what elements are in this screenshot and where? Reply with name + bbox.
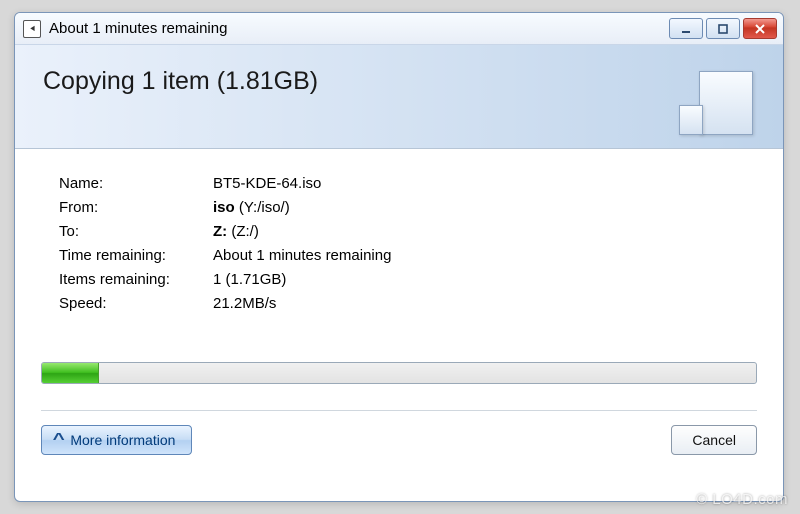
minimize-icon — [680, 23, 692, 35]
to-label: To: — [59, 223, 213, 240]
time-label: Time remaining: — [59, 247, 213, 264]
maximize-button[interactable] — [706, 18, 740, 39]
window-controls — [669, 18, 777, 39]
details-grid: Name: BT5-KDE-64.iso From: iso (Y:/iso/)… — [59, 175, 739, 312]
from-bold: iso — [213, 199, 235, 216]
header-band: Copying 1 item (1.81GB) — [15, 45, 783, 149]
close-button[interactable] — [743, 18, 777, 39]
maximize-icon — [717, 23, 729, 35]
to-bold: Z: — [213, 223, 227, 240]
operation-title: Copying 1 item (1.81GB) — [43, 67, 755, 96]
items-label: Items remaining: — [59, 271, 213, 288]
app-icon — [23, 20, 41, 38]
copy-dialog: About 1 minutes remaining Copying 1 item… — [14, 12, 784, 502]
from-suffix: (Y:/iso/) — [235, 199, 290, 216]
from-label: From: — [59, 199, 213, 216]
footer: ^ More information Cancel — [15, 411, 783, 455]
more-information-label: More information — [70, 432, 175, 448]
more-information-button[interactable]: ^ More information — [41, 425, 192, 455]
close-icon — [754, 23, 766, 35]
details-area: Name: BT5-KDE-64.iso From: iso (Y:/iso/)… — [15, 149, 783, 322]
minimize-button[interactable] — [669, 18, 703, 39]
from-value: iso (Y:/iso/) — [213, 199, 739, 216]
cancel-label: Cancel — [692, 432, 736, 448]
name-value: BT5-KDE-64.iso — [213, 175, 739, 192]
chevron-up-icon: ^ — [53, 432, 65, 448]
name-label: Name: — [59, 175, 213, 192]
speed-value: 21.2MB/s — [213, 295, 739, 312]
progress-fill — [42, 363, 99, 383]
to-suffix: (Z:/) — [227, 223, 259, 240]
copy-pages-icon — [689, 71, 753, 143]
time-value: About 1 minutes remaining — [213, 247, 739, 264]
progress-bar — [41, 362, 757, 384]
titlebar: About 1 minutes remaining — [15, 13, 783, 45]
to-value: Z: (Z:/) — [213, 223, 739, 240]
speed-label: Speed: — [59, 295, 213, 312]
watermark: © LO4D.com — [696, 491, 788, 508]
cancel-button[interactable]: Cancel — [671, 425, 757, 455]
items-value: 1 (1.71GB) — [213, 271, 739, 288]
window-title: About 1 minutes remaining — [49, 20, 669, 37]
